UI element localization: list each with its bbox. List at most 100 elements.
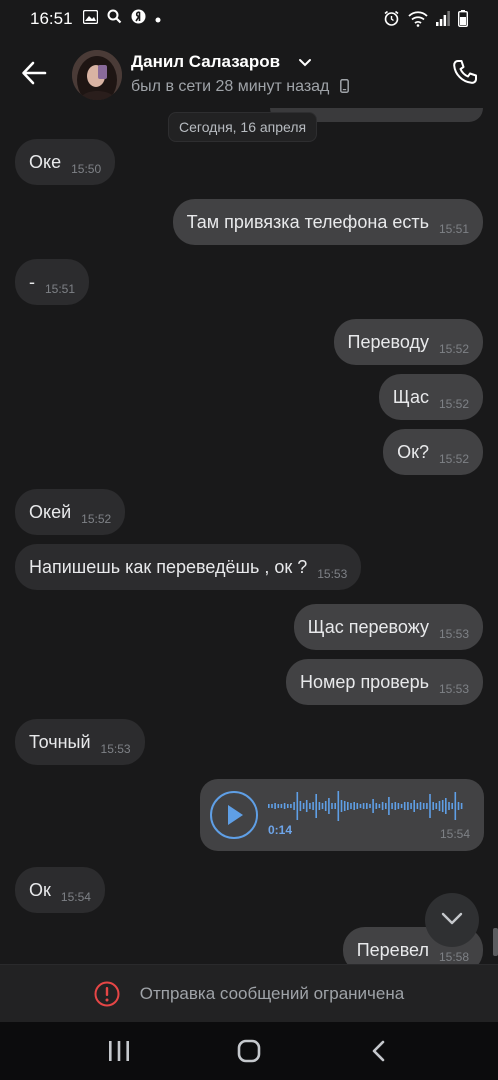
waveform-bar [347, 802, 349, 810]
waveform-bar [277, 804, 280, 808]
waveform-bar [268, 804, 270, 808]
message-bubble-out[interactable]: Щас перевожу 15:53 [293, 604, 483, 650]
waveform-bar [432, 802, 434, 810]
chevron-down-icon[interactable] [298, 55, 312, 73]
home-icon[interactable] [237, 1039, 261, 1068]
recent-apps-icon[interactable] [107, 1040, 131, 1067]
status-time: 16:51 [30, 9, 73, 28]
message-bubble-out[interactable]: Там привязка телефона есть 15:51 [172, 199, 483, 245]
waveform-bar [305, 800, 308, 812]
waveform-bar [302, 803, 305, 809]
waveform-bar [287, 804, 289, 808]
waveform-bar [445, 798, 447, 814]
message-time: 15:53 [317, 567, 348, 581]
scroll-down-button[interactable] [425, 893, 479, 947]
waveform-bar [391, 803, 393, 809]
waveform-bar [315, 794, 317, 818]
message-bubble-in[interactable]: -15:51 [15, 259, 90, 305]
message-bubble-out[interactable]: Ок? 15:52 [383, 429, 483, 475]
message-bubble-in[interactable]: Напишешь как переведёшь , ок ? 15:53 [15, 544, 362, 590]
message-text: Точный [29, 732, 91, 752]
message-text: Щас перевожу [307, 617, 429, 637]
waveform-bar [397, 803, 400, 809]
message-bubble-in[interactable]: Окей 15:52 [15, 489, 126, 535]
waveform-bar [400, 804, 403, 808]
nav-back-icon[interactable] [371, 1039, 387, 1068]
waveform-bar [309, 803, 311, 809]
message-bubble-out[interactable]: Переводу 15:52 [333, 319, 483, 365]
waveform-bar [359, 804, 362, 808]
waveform-bar [350, 803, 352, 809]
message-bubble-in[interactable]: Ок 15:54 [15, 867, 105, 913]
message-time: 15:52 [438, 397, 469, 411]
waveform-bar [290, 804, 292, 808]
waveform-bar [441, 800, 444, 812]
message-time: 15:54 [60, 890, 91, 904]
waveform[interactable] [268, 791, 464, 821]
waveform-bar [419, 802, 422, 810]
waveform-bar [410, 803, 412, 809]
message-bubble-out[interactable]: Номер проверь 15:53 [286, 659, 483, 705]
message-text: Номер проверь [300, 672, 429, 692]
waveform-bar [381, 802, 384, 810]
waveform-bar [407, 802, 409, 810]
waveform-bar [372, 799, 374, 813]
chat-name[interactable]: Данил Салазаров [131, 52, 280, 72]
waveform-bar [296, 792, 299, 820]
message-bubble-out[interactable]: Щас 15:52 [378, 374, 483, 420]
waveform-bar [451, 803, 453, 809]
waveform-bar [312, 802, 314, 810]
waveform-bar [331, 803, 333, 809]
play-icon [228, 805, 243, 825]
chevron-down-icon [441, 912, 463, 925]
waveform-bar [293, 802, 295, 810]
waveform-bar [388, 797, 390, 815]
message-bubble-in[interactable]: Точный 15:53 [15, 719, 145, 765]
play-button[interactable] [210, 791, 258, 839]
image-icon [82, 9, 98, 29]
waveform-bar [438, 801, 441, 811]
waveform-bar [274, 803, 276, 809]
waveform-bar [299, 801, 302, 811]
voice-duration: 0:14 [268, 823, 293, 837]
system-nav-bar [0, 1022, 498, 1080]
message-time: 15:51 [45, 282, 76, 296]
waveform-bar [337, 791, 340, 821]
waveform-bar [343, 801, 346, 811]
waveform-bar [429, 794, 431, 818]
dot-icon [155, 10, 161, 28]
waveform-bar [448, 802, 450, 810]
messaging-restricted-bar: Отправка сообщений ограничена [0, 964, 498, 1022]
chat-header: Данил Салазаров был в сети 28 минут наза… [0, 38, 498, 108]
voice-message-bubble[interactable]: 0:14 15:54 [200, 779, 484, 851]
restricted-text: Отправка сообщений ограничена [139, 983, 405, 1003]
waveform-bar [435, 803, 438, 809]
waveform-bar [460, 803, 463, 809]
waveform-bar [422, 803, 425, 809]
waveform-bar [340, 800, 343, 812]
message-time: 15:54 [439, 827, 470, 841]
scroll-indicator [493, 928, 498, 956]
message-time: 15:51 [438, 222, 469, 236]
message-text: Оке [29, 152, 62, 172]
back-arrow-icon[interactable] [20, 58, 50, 88]
online-status-text: был в сети 28 минут назад [131, 78, 330, 95]
phone-call-icon[interactable] [451, 58, 479, 91]
waveform-bar [280, 804, 283, 808]
message-time: 15:52 [81, 512, 112, 526]
online-status: был в сети 28 минут назад [131, 78, 349, 98]
waveform-bar [375, 803, 378, 809]
waveform-bar [454, 792, 457, 820]
message-text: Перевел [356, 940, 429, 960]
status-bar: 16:51 [0, 0, 498, 38]
message-time: 15:58 [438, 950, 469, 964]
message-text: - [29, 272, 35, 292]
message-bubble-in[interactable]: Оке 15:50 [15, 139, 116, 185]
message-text: Переводу [347, 332, 429, 352]
avatar[interactable] [72, 50, 122, 100]
signal-icon [436, 11, 450, 31]
message-text: Напишешь как переведёшь , ок ? [29, 557, 308, 577]
yandex-icon [131, 9, 146, 29]
waveform-bar [385, 803, 387, 809]
message-time: 15:53 [438, 682, 469, 696]
